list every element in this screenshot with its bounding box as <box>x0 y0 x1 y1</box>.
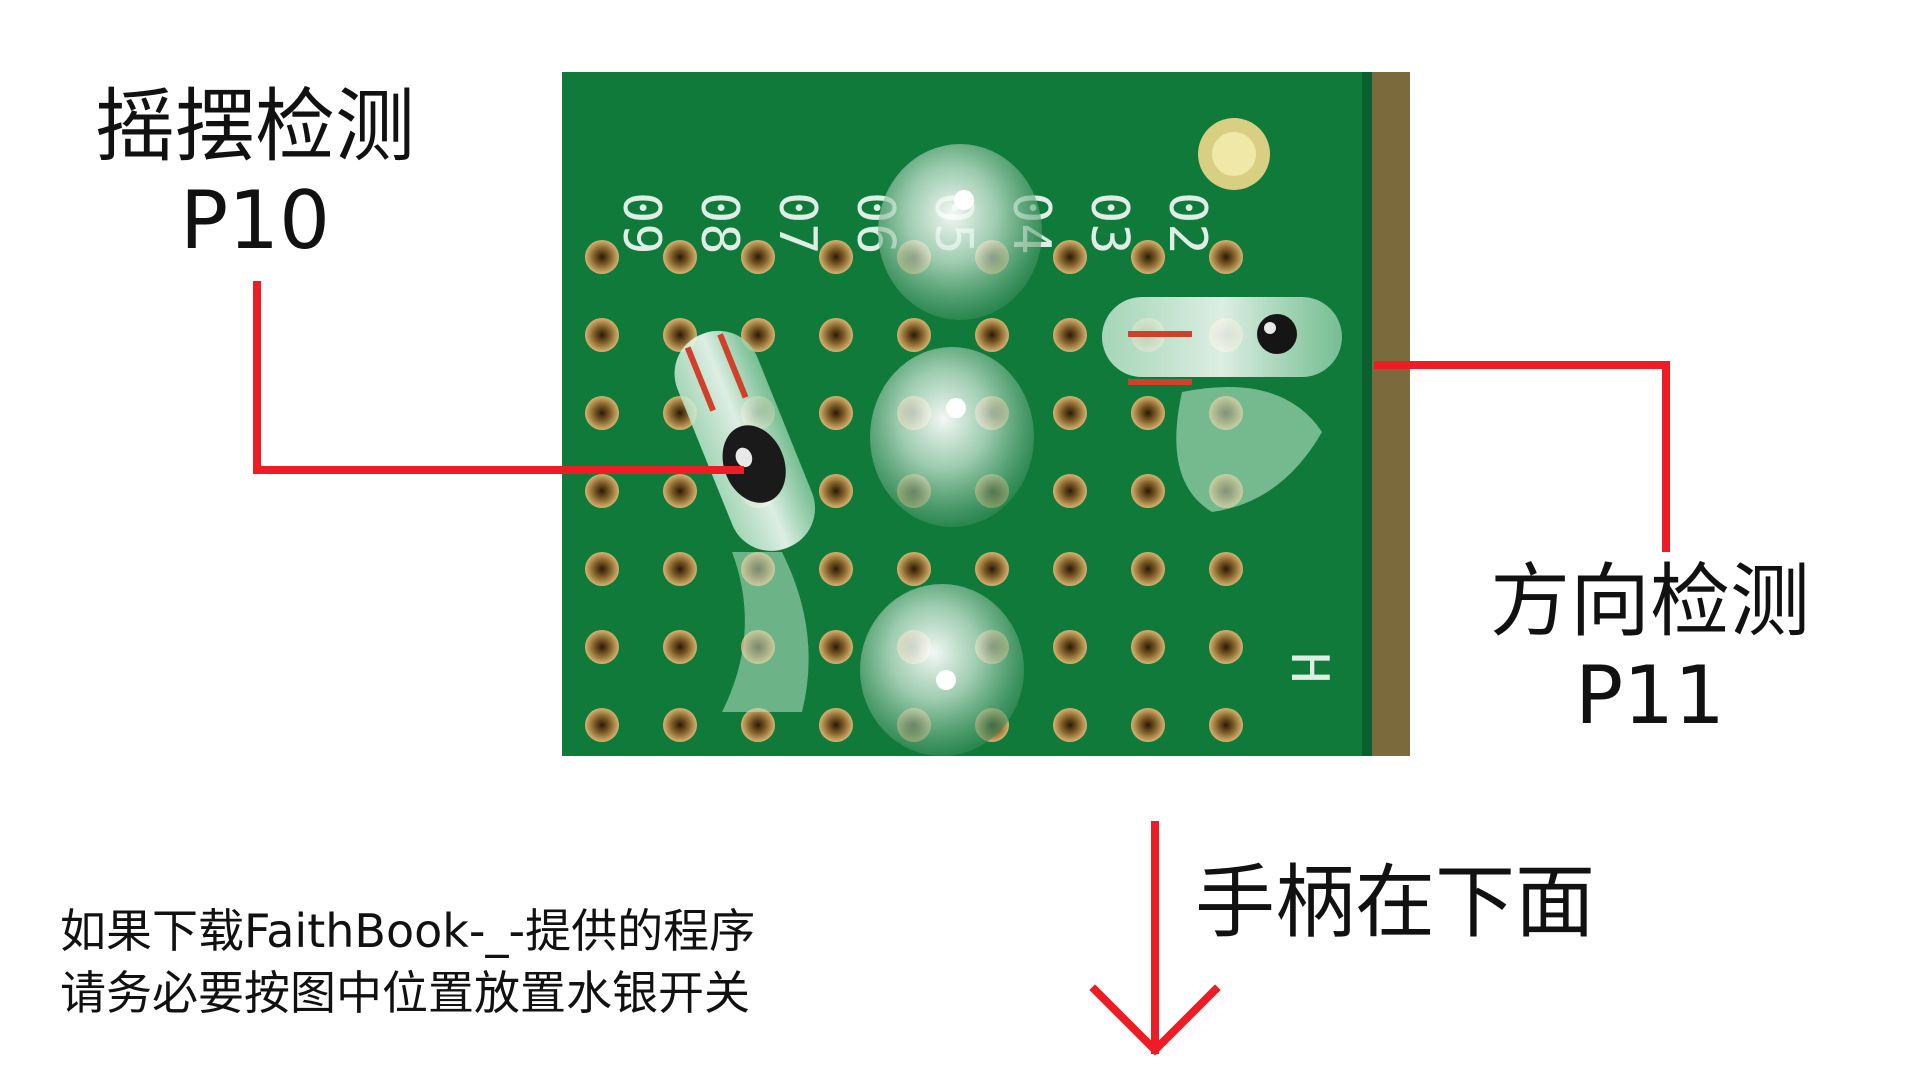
pcb-edge <box>1370 72 1410 756</box>
solder-pad <box>1209 630 1243 664</box>
handle-arrow-head <box>1089 984 1221 1056</box>
solder-pad <box>585 318 619 352</box>
solder-pad <box>741 708 775 742</box>
solder-pad <box>1131 708 1165 742</box>
solder-pad <box>1053 708 1087 742</box>
solder-pad <box>897 318 931 352</box>
direction-detect-pin: P11 <box>1574 649 1726 743</box>
solder-pad <box>819 708 853 742</box>
led-top <box>878 144 1042 320</box>
swing-detect-title: 摇摆检测 <box>95 80 415 173</box>
solder-pad <box>663 630 697 664</box>
solder-pad <box>1053 552 1087 586</box>
solder-pad <box>819 630 853 664</box>
solder-pad <box>1053 630 1087 664</box>
note-line-1: 如果下载FaithBook-_-提供的程序 <box>60 904 756 958</box>
note-line-2: 请务必要按图中位置放置水银开关 <box>60 966 750 1021</box>
solder-pad <box>819 474 853 508</box>
solder-pad <box>585 552 619 586</box>
pcb-photo: 09 08 07 06 05 04 03 02 H <box>562 72 1410 756</box>
solder-pad <box>975 552 1009 586</box>
silk-label: 02 <box>1157 192 1217 255</box>
solder-pad <box>819 552 853 586</box>
silk-label: 03 <box>1079 192 1139 255</box>
solder-pad <box>663 708 697 742</box>
leader-line-direction <box>1374 361 1670 552</box>
solder-pad <box>1131 396 1165 430</box>
solder-pad <box>1053 396 1087 430</box>
solder-pad <box>975 318 1009 352</box>
direction-detect-label: 方向检测 P11 <box>1490 555 1810 744</box>
solder-pad <box>819 318 853 352</box>
solder-pad <box>1131 474 1165 508</box>
swing-detect-label: 摇摆检测 P10 <box>95 80 415 269</box>
solder-pad <box>663 474 697 508</box>
silk-label: 07 <box>767 192 827 255</box>
installation-note: 如果下载FaithBook-_-提供的程序 请务必要按图中位置放置水银开关 <box>60 900 755 1024</box>
led-middle <box>870 347 1034 527</box>
direction-detect-title: 方向检测 <box>1490 555 1810 648</box>
solder-pad <box>1053 318 1087 352</box>
solder-pad <box>585 708 619 742</box>
solder-pad <box>585 396 619 430</box>
silk-marker: H <box>1279 652 1339 683</box>
led-bottom <box>860 584 1024 756</box>
solder-pad <box>1131 630 1165 664</box>
silk-label: 09 <box>611 192 671 255</box>
solder-pad <box>1209 708 1243 742</box>
solder-pad <box>1209 552 1243 586</box>
solder-pad <box>663 552 697 586</box>
solder-pad <box>819 396 853 430</box>
solder-pad <box>585 630 619 664</box>
solder-pad <box>897 552 931 586</box>
solder-pad <box>1131 552 1165 586</box>
solder-pad <box>585 474 619 508</box>
solder-pad <box>1053 474 1087 508</box>
silk-label: 08 <box>689 192 749 255</box>
handle-position-label: 手柄在下面 <box>1195 856 1595 949</box>
swing-detect-pin: P10 <box>179 174 331 268</box>
